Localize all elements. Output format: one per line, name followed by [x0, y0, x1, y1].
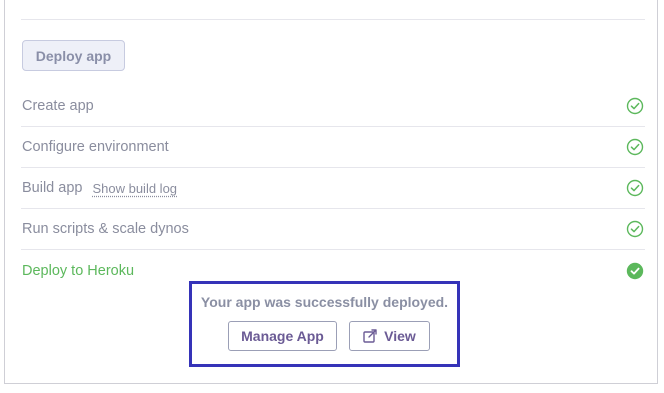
step-create-app: Create app [21, 86, 645, 127]
step-label: Build app [22, 180, 83, 196]
check-circle-outline-icon [626, 220, 644, 238]
step-run-scripts: Run scripts & scale dynos [21, 209, 645, 250]
check-circle-outline-icon [626, 179, 644, 197]
step-configure-environment: Configure environment [21, 127, 645, 168]
step-label: Create app [22, 98, 94, 114]
check-circle-outline-icon [626, 97, 644, 115]
step-build-app: Build app Show build log [21, 168, 645, 209]
deploy-app-button[interactable]: Deploy app [22, 40, 125, 71]
step-label: Deploy to Heroku [22, 262, 135, 279]
show-build-log-link[interactable]: Show build log [92, 181, 177, 196]
external-link-icon [363, 329, 377, 343]
step-label: Configure environment [22, 139, 169, 155]
step-label: Run scripts & scale dynos [22, 221, 189, 237]
view-label: View [384, 328, 416, 344]
success-message: Your app was successfully deployed. [200, 294, 449, 310]
check-circle-filled-icon [626, 262, 644, 279]
check-circle-outline-icon [626, 138, 644, 156]
divider [21, 19, 645, 20]
deploy-result-box: Your app was successfully deployed. Mana… [189, 281, 460, 367]
view-app-button[interactable]: View [349, 321, 430, 351]
manage-app-button[interactable]: Manage App [228, 321, 337, 351]
